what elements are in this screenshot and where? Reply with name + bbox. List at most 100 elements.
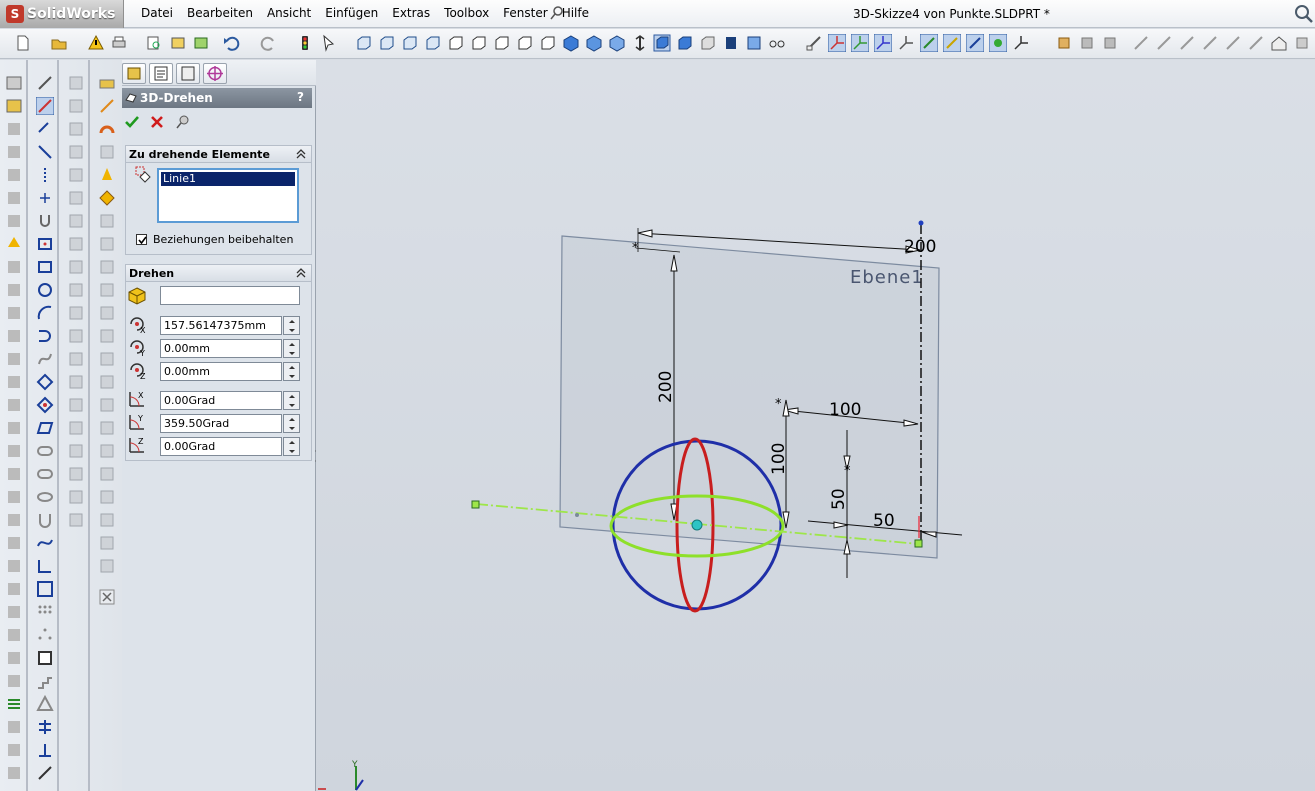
z-angle-spinner[interactable]: [283, 437, 300, 456]
feature-7-icon[interactable]: [1201, 34, 1219, 52]
search-icon[interactable]: [1292, 3, 1314, 25]
display-shaded-icon[interactable]: [653, 34, 671, 52]
feature-9-icon[interactable]: [1247, 34, 1265, 52]
home-icon[interactable]: [1270, 34, 1288, 52]
feature-6-icon[interactable]: [1178, 34, 1196, 52]
open-folder-icon[interactable]: [50, 34, 68, 52]
point-icon[interactable]: [36, 189, 54, 207]
dome-icon[interactable]: [67, 419, 85, 437]
cancel-x-icon[interactable]: [149, 114, 165, 130]
axis-triad-3-icon[interactable]: [874, 34, 892, 52]
coordinate-system-icon[interactable]: [98, 120, 116, 138]
collapse-chevron-icon[interactable]: [295, 266, 307, 278]
triangle-warning-icon[interactable]: [36, 695, 54, 713]
cube-blue-3-icon[interactable]: [608, 34, 626, 52]
gray-ref-15-icon[interactable]: [98, 534, 116, 552]
help-button[interactable]: ?: [297, 90, 304, 104]
polygon-icon[interactable]: [36, 373, 54, 391]
line-endpoint-right[interactable]: [914, 539, 923, 548]
axis-triad-4-icon[interactable]: [897, 34, 915, 52]
feature-10-icon[interactable]: [1293, 34, 1311, 52]
x-point-input[interactable]: 157.56147375mm: [160, 316, 282, 335]
cube-blue-2-icon[interactable]: [585, 34, 603, 52]
3d-sketch-icon[interactable]: [36, 97, 54, 115]
dim-value-top[interactable]: 200: [904, 237, 936, 257]
shell-icon[interactable]: [67, 373, 85, 391]
gray-tool-23-icon[interactable]: [5, 649, 23, 667]
print-preview-icon[interactable]: [145, 34, 163, 52]
gray-tool-8-icon[interactable]: [5, 304, 23, 322]
relations-star-icon[interactable]: [989, 34, 1007, 52]
view-right-icon[interactable]: [424, 34, 442, 52]
elements-list-box[interactable]: Linie1: [157, 168, 299, 223]
gray-ref-11-icon[interactable]: [98, 442, 116, 460]
collapse-chevron-icon[interactable]: [295, 147, 307, 159]
rotation-center-handle[interactable]: [691, 519, 703, 531]
display-wire-icon[interactable]: [722, 34, 740, 52]
gray-ref-12-icon[interactable]: [98, 465, 116, 483]
feature-5-icon[interactable]: [1155, 34, 1173, 52]
gray-tool-22-icon[interactable]: [5, 626, 23, 644]
gray-tool-21-icon[interactable]: [5, 603, 23, 621]
cut-revolve-icon[interactable]: [67, 235, 85, 253]
menu-toolbox[interactable]: Toolbox: [437, 6, 496, 20]
gray-ref-7-icon[interactable]: [98, 350, 116, 368]
rectangle-icon[interactable]: [36, 258, 54, 276]
centerline-end-point[interactable]: [918, 220, 924, 226]
gray-tool-9-icon[interactable]: [5, 327, 23, 345]
selected-list-item[interactable]: Linie1: [161, 172, 295, 186]
gray-tool-16-icon[interactable]: [5, 488, 23, 506]
z-point-input[interactable]: 0.00mm: [160, 362, 282, 381]
view-front-icon[interactable]: [355, 34, 373, 52]
sweep-icon[interactable]: [67, 120, 85, 138]
normal-to-icon[interactable]: [631, 34, 649, 52]
gray-tool-27-icon[interactable]: [5, 764, 23, 782]
circle-icon[interactable]: [36, 281, 54, 299]
smart-dimension-icon[interactable]: [5, 74, 23, 92]
y-angle-spinner[interactable]: [283, 414, 300, 433]
sketch-pencil-icon[interactable]: [36, 74, 54, 92]
display-edges-icon[interactable]: [676, 34, 694, 52]
line-icon[interactable]: [36, 143, 54, 161]
menu-bearbeiten[interactable]: Bearbeiten: [180, 6, 260, 20]
gray-tool-10-icon[interactable]: [5, 350, 23, 368]
gray-tool-3-icon[interactable]: [5, 166, 23, 184]
menu-ansicht[interactable]: Ansicht: [260, 6, 318, 20]
gray-tool-24-icon[interactable]: [5, 672, 23, 690]
reference-axis-icon[interactable]: [98, 97, 116, 115]
reference-input[interactable]: [160, 286, 300, 305]
view-dimetric-icon[interactable]: [539, 34, 557, 52]
view-bottom-icon[interactable]: [470, 34, 488, 52]
spline-icon[interactable]: [36, 350, 54, 368]
new-document-icon[interactable]: [14, 34, 32, 52]
pushpin-icon[interactable]: [175, 114, 191, 130]
measure-icon[interactable]: [36, 764, 54, 782]
section-view-icon[interactable]: [745, 34, 763, 52]
origin-icon[interactable]: [1012, 34, 1030, 52]
dim-value-vertical-50[interactable]: 50: [829, 488, 849, 510]
block-icon[interactable]: [36, 649, 54, 667]
x-point-spinner[interactable]: [283, 316, 300, 335]
pattern-icon[interactable]: [67, 442, 85, 460]
gray-tool-25-icon[interactable]: [5, 718, 23, 736]
u-shape-icon[interactable]: [36, 511, 54, 529]
sketch-box-icon[interactable]: [5, 97, 23, 115]
options-icon[interactable]: [169, 34, 187, 52]
redo-icon[interactable]: [260, 34, 278, 52]
gray-ref-13-icon[interactable]: [98, 488, 116, 506]
rib-icon[interactable]: [67, 350, 85, 368]
perpendicular-icon[interactable]: [36, 741, 54, 759]
yellow-tool-icon[interactable]: [5, 235, 23, 253]
gray-ref-3-icon[interactable]: [98, 258, 116, 276]
feature-4-icon[interactable]: [1132, 34, 1150, 52]
dimension-icon[interactable]: [36, 120, 54, 138]
pin-icon[interactable]: [550, 6, 564, 20]
chamfer-icon[interactable]: [67, 327, 85, 345]
tangent-arc-icon[interactable]: [36, 327, 54, 345]
gray-tool-2-icon[interactable]: [5, 143, 23, 161]
menu-fenster[interactable]: Fenster: [496, 6, 555, 20]
x-angle-spinner[interactable]: [283, 391, 300, 410]
boundary-icon[interactable]: [67, 166, 85, 184]
revolve-boss-icon[interactable]: [67, 97, 85, 115]
stairs-icon[interactable]: [36, 672, 54, 690]
